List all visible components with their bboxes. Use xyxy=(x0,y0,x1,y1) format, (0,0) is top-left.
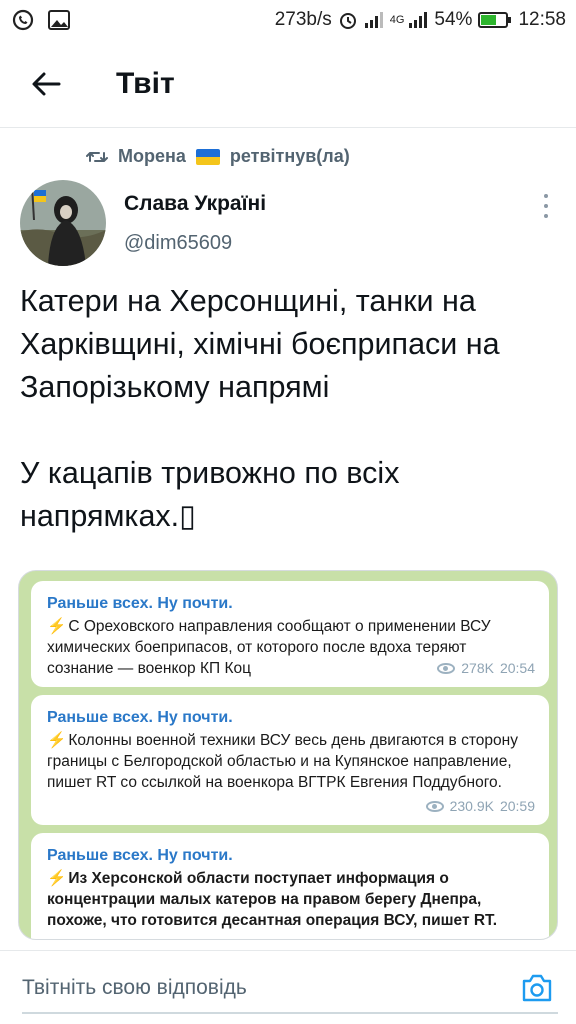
telegram-post: Раньше всех. Ну почти. ⚡ Колонны военной … xyxy=(31,695,549,825)
gallery-icon xyxy=(48,10,70,30)
ukraine-flag-icon xyxy=(195,148,220,165)
battery-percent: 54% xyxy=(434,9,473,30)
views-icon xyxy=(425,801,444,812)
more-options-icon[interactable] xyxy=(540,194,552,218)
post-views: 278K xyxy=(461,660,494,676)
post-source: Раньше всех. Ну почти. xyxy=(47,595,233,612)
retweet-context: Морена ретвітнув(ла) xyxy=(86,146,350,167)
views-icon xyxy=(437,663,456,674)
telegram-post: Раньше всех. Ну почти. ⚡ Из Херсонской об… xyxy=(31,833,549,939)
post-text: С Ореховского направления сообщают о при… xyxy=(47,618,491,677)
lightning-icon: ⚡ xyxy=(47,732,67,749)
reply-input[interactable]: Твітніть свою відповідь xyxy=(22,976,247,1000)
page-title: Твіт xyxy=(116,66,175,100)
signal-icon-1 xyxy=(364,11,384,29)
top-app-bar: Твіт xyxy=(0,40,576,128)
telegram-post: Раньше всех. Ну почти. ⚡ С Ореховского на… xyxy=(31,581,549,687)
post-text: Из Херсонской области поступает информац… xyxy=(47,870,498,929)
back-button[interactable] xyxy=(0,40,92,128)
retweet-icon xyxy=(86,151,108,162)
post-source: Раньше всех. Ну почти. xyxy=(47,847,233,864)
alarm-icon xyxy=(338,10,358,30)
status-bar: 273b/s 4G 54% 12:58 xyxy=(0,0,576,40)
battery-icon xyxy=(478,11,512,29)
whatsapp-icon xyxy=(12,9,34,31)
retweet-action: ретвітнув(ла) xyxy=(229,146,350,166)
clock: 12:58 xyxy=(518,9,566,30)
tweet-media-image[interactable]: Раньше всех. Ну почти. ⚡ С Ореховского на… xyxy=(18,570,558,940)
post-views: 230.9K xyxy=(449,798,494,814)
post-time: 20:54 xyxy=(499,660,535,676)
tweet-text: Катери на Херсонщині, танки на Харківщин… xyxy=(20,280,560,538)
arrow-left-icon xyxy=(32,72,61,95)
author-handle[interactable]: @dim65609 xyxy=(124,232,232,255)
signal-icon-2 xyxy=(408,11,428,29)
author-avatar[interactable] xyxy=(20,180,106,266)
post-text: Колонны военной техники ВСУ весь день дв… xyxy=(47,732,518,791)
lightning-icon: ⚡ xyxy=(47,618,67,635)
network-type: 4G xyxy=(389,14,405,26)
post-time: 20:59 xyxy=(499,798,535,814)
reply-underline xyxy=(22,1012,558,1014)
author-name[interactable]: Слава Україні xyxy=(124,192,266,216)
tweet-paragraph: У кацапів тривожно по всіх напрямках.▯ xyxy=(20,456,400,533)
camera-icon[interactable] xyxy=(520,971,554,1005)
lightning-icon: ⚡ xyxy=(47,870,67,887)
retweeter-name[interactable]: Морена xyxy=(118,146,186,167)
tweet-paragraph: Катери на Херсонщині, танки на Харківщин… xyxy=(20,284,500,404)
network-speed: 273b/s xyxy=(274,9,332,30)
post-source: Раньше всех. Ну почти. xyxy=(47,709,233,726)
